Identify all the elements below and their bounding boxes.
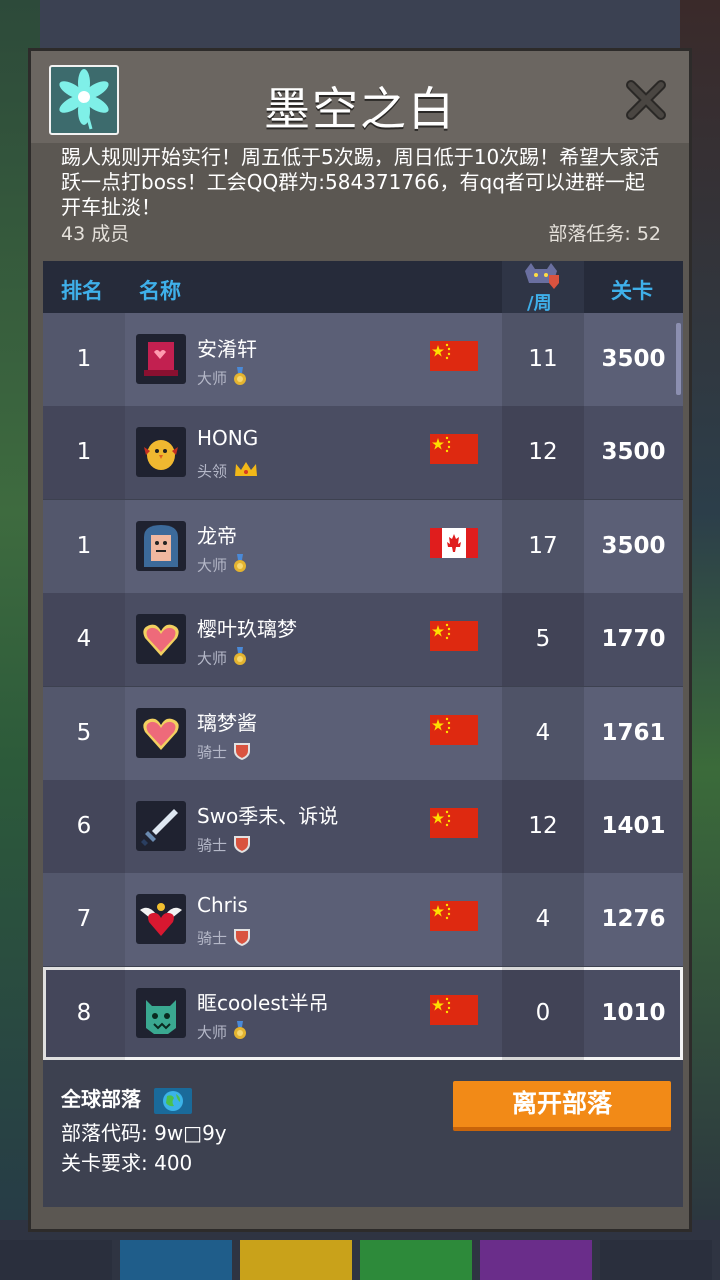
clan-title: 墨空之白 [264,82,456,136]
weekly-count-cell: 4 [502,873,584,967]
player-role: 骑士 [197,927,251,951]
weekly-count-cell: 0 [502,966,584,1060]
rank-cell: 1 [43,406,125,500]
player-role: 头领 [197,460,259,484]
player-name: Chris [197,893,248,918]
level-cell: 3500 [601,439,666,466]
level-cell: 3500 [601,532,666,559]
rank-cell: 8 [43,966,125,1060]
level-cell: 1761 [601,719,666,746]
rank-cell: 7 [43,873,125,967]
monster-avatar-icon [136,987,186,1038]
close-icon[interactable] [623,77,669,123]
rank-cell: 6 [43,780,125,873]
rank-cell: 5 [43,686,125,780]
medal-icon [233,647,247,671]
player-role: 大师 [197,1020,247,1045]
player-name: 龙帝 [197,523,237,548]
flag-cn-icon [430,714,478,745]
flag-cn-icon [430,621,478,652]
player-role: 大师 [197,553,247,578]
rank-cell: 1 [43,313,125,406]
weekly-count-cell: 4 [502,686,584,780]
sword-avatar-icon [136,801,186,851]
weekly-count-cell: 5 [502,593,584,687]
clan-panel: 墨空之白 踢人规则开始实行！周五低于5次踢，周日低于10次踢！希望大家活跃一点打… [28,48,692,1232]
table-row[interactable]: 4 樱叶玖璃梦大师 5 1770 [43,593,683,687]
chick-avatar-icon [136,427,186,478]
header-rank[interactable]: 排名 [61,275,103,305]
hat-avatar-icon [136,334,186,384]
player-name: 樱叶玖璃梦 [197,617,297,642]
crown-icon [233,460,259,484]
global-clan-label: 全球部落 [61,1083,192,1114]
table-row[interactable]: 6 Swo季末、诉说 骑士 12 1401 [43,780,683,873]
table-row[interactable]: 7 Chris 骑士 4 1276 [43,873,683,967]
member-count: 43 成员 [61,223,130,245]
medal-icon [233,367,247,391]
level-cell: 3500 [601,346,666,372]
header-level[interactable]: 关卡 [611,275,653,305]
player-name: HONG [197,426,259,451]
clan-code: 部落代码: 9w□9y [61,1121,227,1145]
rank-cell: 4 [43,593,125,687]
medal-icon [233,1020,247,1045]
member-table: 排名 名称 /周 关卡 1 安淆轩 大师 11 3500 1 HONG 头领 12 3500 1 龙帝… [43,261,683,1207]
background-top [0,0,720,50]
shield-icon [233,834,251,858]
shield-icon [233,927,251,951]
weekly-count-cell: 11 [502,313,584,406]
heart-avatar-icon [136,614,186,665]
level-requirement: 关卡要求: 400 [61,1151,193,1175]
clan-tasks: 部落任务: 52 [548,223,661,245]
player-role: 骑士 [197,834,251,858]
globe-icon [153,1087,192,1114]
scrollbar[interactable] [676,323,681,395]
winged-heart-avatar-icon [136,894,186,945]
table-row[interactable]: 1 HONG 头领 12 3500 [43,406,683,500]
player-name: 璃梦酱 [197,710,257,735]
level-cell: 1010 [601,999,666,1026]
heart-avatar-icon [136,707,186,758]
flag-cn-icon [430,341,478,371]
rank-cell: 1 [43,499,125,593]
table-row[interactable]: 8 眶coolest半吊 大师 0 1010 [43,966,683,1060]
player-role: 大师 [197,647,247,671]
clan-notice: 踢人规则开始实行！周五低于5次踢，周日低于10次踢！希望大家活跃一点打boss！… [61,145,660,219]
flag-cn-icon [430,994,478,1025]
shield-icon [233,741,251,765]
player-name: 眶coolest半吊 [197,990,329,1015]
flag-cn-icon [430,434,478,465]
level-cell: 1770 [601,626,666,653]
flag-cn-icon [430,901,478,932]
player-role: 大师 [197,367,247,391]
table-header: 排名 名称 /周 关卡 [43,261,683,315]
header-week[interactable]: /周 [527,289,552,315]
level-cell: 1276 [601,906,666,933]
weekly-count-cell: 12 [502,406,584,500]
weekly-count-cell: 17 [502,499,584,593]
player-name: Swo季末、诉说 [197,804,339,828]
weekly-count-cell: 12 [502,780,584,873]
flag-ca-icon [430,527,478,558]
clan-header: 墨空之白 [31,51,689,143]
table-row[interactable]: 5 璃梦酱骑士 4 1761 [43,686,683,780]
table-row[interactable]: 1 龙帝大师 17 3500 [43,499,683,593]
header-name[interactable]: 名称 [139,275,181,305]
leave-clan-button[interactable]: 离开部落 [453,1081,671,1131]
flag-cn-icon [430,808,478,838]
player-role: 骑士 [197,741,251,765]
player-name: 安淆轩 [197,337,257,361]
medal-icon [233,553,247,578]
clan-footer: 全球部落 部落代码: 9w□9y 关卡要求: 400 离开部落 [43,1069,683,1207]
table-row[interactable]: 1 安淆轩大师 11 3500 [43,313,683,406]
level-cell: 1401 [601,813,666,839]
hooded-avatar-icon [136,520,186,571]
